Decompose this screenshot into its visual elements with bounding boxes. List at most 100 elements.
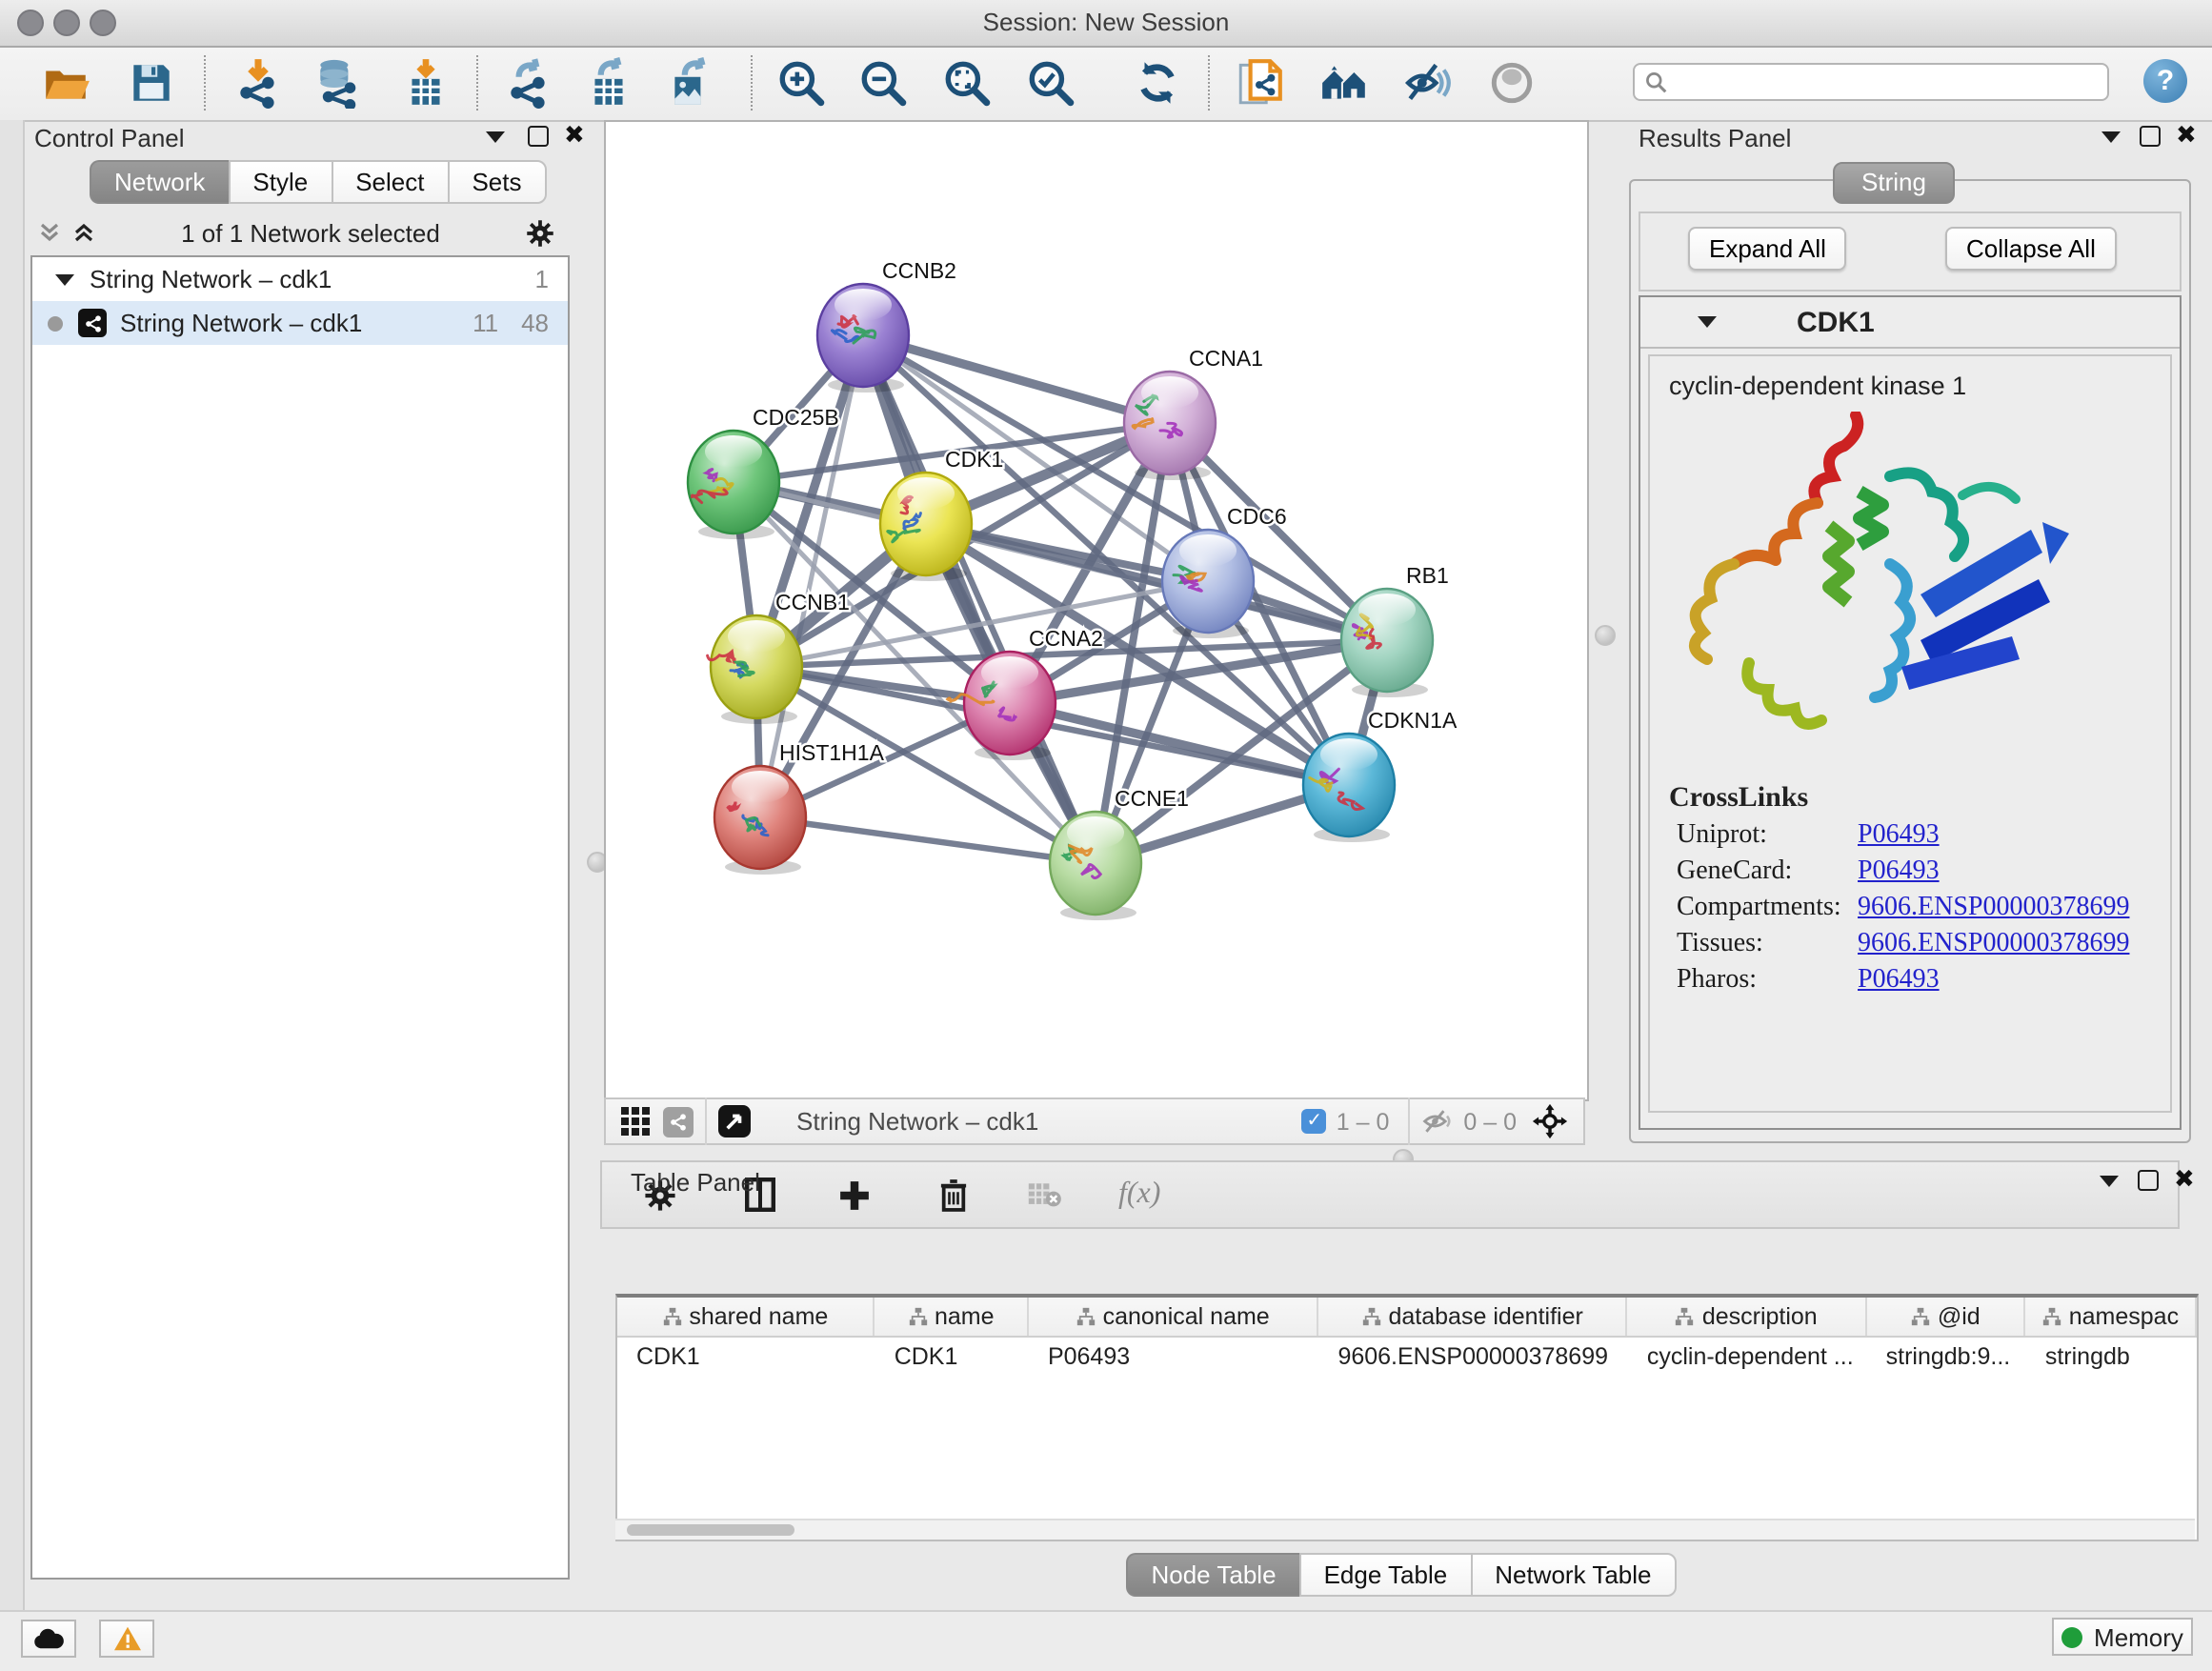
export-network-icon[interactable] bbox=[503, 57, 554, 109]
toolbar-separator bbox=[1208, 55, 1210, 111]
zoom-in-icon[interactable] bbox=[775, 57, 827, 109]
export-table-icon[interactable] bbox=[583, 57, 634, 109]
tab-edge-table[interactable]: Edge Table bbox=[1299, 1553, 1471, 1597]
refresh-icon[interactable] bbox=[1132, 57, 1183, 109]
search-input[interactable] bbox=[1667, 65, 2107, 99]
results-panel-body: Expand All Collapse All CDK1 cyclin-depe… bbox=[1629, 179, 2191, 1143]
network-edge-count: 48 bbox=[521, 309, 549, 337]
network-view-share-icon[interactable] bbox=[663, 1106, 694, 1137]
birdseye-view-icon[interactable] bbox=[718, 1105, 751, 1137]
network-row[interactable]: String Network – cdk1 11 48 bbox=[32, 301, 568, 345]
column-header-@id[interactable]: @id bbox=[1867, 1298, 2026, 1336]
collection-disclosure-icon[interactable] bbox=[55, 273, 74, 285]
network-collection-row[interactable]: String Network – cdk1 1 bbox=[32, 257, 568, 301]
collapse-all-button[interactable]: Collapse All bbox=[1945, 227, 2117, 271]
crosslink-value-link[interactable]: 9606.ENSP00000378699 bbox=[1858, 930, 2129, 960]
tab-sets[interactable]: Sets bbox=[447, 160, 546, 204]
open-session-icon[interactable] bbox=[40, 57, 91, 109]
tab-node-table[interactable]: Node Table bbox=[1126, 1553, 1298, 1597]
crosslink-row: Uniprot:P06493 bbox=[1677, 821, 2170, 852]
table-hscrollbar-thumb[interactable] bbox=[627, 1524, 794, 1536]
help-button[interactable]: ? bbox=[2143, 59, 2187, 103]
expand-all-icon[interactable] bbox=[72, 221, 95, 244]
add-column-icon[interactable] bbox=[838, 1178, 871, 1211]
table-panel-menu-icon[interactable] bbox=[2100, 1176, 2119, 1187]
tab-select[interactable]: Select bbox=[331, 160, 447, 204]
column-header-namespac[interactable]: namespac bbox=[2026, 1298, 2197, 1336]
import-network-icon[interactable] bbox=[232, 57, 284, 109]
table-panel: Table Panel ✖ bbox=[600, 1160, 2202, 1610]
warning-button[interactable] bbox=[99, 1620, 154, 1658]
import-table-icon[interactable] bbox=[400, 57, 452, 109]
tab-style[interactable]: Style bbox=[228, 160, 331, 204]
crosslink-value-link[interactable]: P06493 bbox=[1858, 966, 1940, 997]
network-node-hist1h1a[interactable]: HIST1H1A bbox=[714, 740, 885, 875]
network-node-ccnb2[interactable]: CCNB2 bbox=[817, 258, 956, 393]
export-image-icon[interactable] bbox=[665, 57, 716, 109]
column-header-label: canonical name bbox=[1103, 1303, 1270, 1330]
save-session-icon[interactable] bbox=[126, 57, 177, 109]
tab-network[interactable]: Network bbox=[90, 160, 228, 204]
table-panel-float-icon[interactable] bbox=[2138, 1170, 2159, 1191]
cloud-button[interactable] bbox=[21, 1620, 76, 1658]
network-node-cdkn1a[interactable]: CDKN1A bbox=[1303, 708, 1458, 842]
node-label: CDKN1A bbox=[1368, 708, 1458, 733]
gene-details: cyclin-dependent kinase 1 Cross bbox=[1648, 354, 2172, 1113]
network-view-canvas[interactable]: CCNB2CCNA1CDC25BCDK1CDC6RB1CCNB1CCNA2CDK… bbox=[604, 120, 1589, 1101]
homes-icon[interactable] bbox=[1318, 57, 1370, 109]
crosslink-value-link[interactable]: P06493 bbox=[1858, 857, 1940, 888]
results-panel-menu-icon[interactable] bbox=[2101, 131, 2121, 143]
share-document-icon[interactable] bbox=[1235, 57, 1286, 109]
zoom-fit-icon[interactable] bbox=[941, 57, 993, 109]
window-titlebar: Session: New Session bbox=[0, 0, 2212, 48]
node-table-body: CDK1CDK1P064939606.ENSP00000378699cyclin… bbox=[617, 1338, 2197, 1376]
table-tabs: Node TableEdge TableNetwork Table bbox=[600, 1553, 2202, 1597]
selected-checkbox-icon[interactable]: ✓ bbox=[1302, 1109, 1327, 1134]
toolbar-separator bbox=[1408, 1097, 1410, 1145]
network-node-ccna1[interactable]: CCNA1 bbox=[1124, 346, 1263, 480]
zoom-selected-icon[interactable] bbox=[1025, 57, 1076, 109]
pan-crosshair-icon[interactable] bbox=[1532, 1103, 1568, 1139]
crosslink-label: Pharos: bbox=[1677, 966, 1858, 997]
results-panel-float-icon[interactable] bbox=[2140, 126, 2161, 147]
crosslink-label: Tissues: bbox=[1677, 930, 1858, 960]
splitter-handle[interactable] bbox=[1595, 625, 1616, 646]
column-header-shared-name[interactable]: shared name bbox=[617, 1298, 875, 1336]
control-panel-title: Control Panel bbox=[34, 124, 185, 152]
zoom-out-icon[interactable] bbox=[857, 57, 909, 109]
results-panel-close-icon[interactable]: ✖ bbox=[2176, 126, 2197, 145]
grid-view-icon[interactable] bbox=[621, 1107, 650, 1136]
results-buttons-row: Expand All Collapse All bbox=[1639, 211, 2182, 292]
show-eye-icon[interactable] bbox=[1486, 57, 1538, 109]
tab-string[interactable]: String bbox=[1833, 162, 1955, 204]
collapse-all-icon[interactable] bbox=[38, 221, 61, 244]
control-panel-menu-icon[interactable] bbox=[486, 131, 505, 143]
import-network-from-database-icon[interactable] bbox=[312, 57, 364, 109]
window-title: Session: New Session bbox=[0, 8, 2212, 36]
table-hscrollbar bbox=[615, 1519, 2195, 1540]
control-panel-close-icon[interactable]: ✖ bbox=[564, 126, 585, 145]
column-header-name[interactable]: name bbox=[875, 1298, 1029, 1336]
memory-button[interactable]: Memory bbox=[2052, 1618, 2193, 1656]
column-header-canonical-name[interactable]: canonical name bbox=[1029, 1298, 1319, 1336]
gene-header[interactable]: CDK1 bbox=[1640, 297, 2180, 349]
tab-network-table[interactable]: Network Table bbox=[1470, 1553, 1676, 1597]
gear-icon[interactable] bbox=[526, 218, 554, 247]
crosslink-value-link[interactable]: P06493 bbox=[1858, 821, 1940, 852]
screenshot-stage: Session: New Session bbox=[0, 0, 2212, 1671]
column-header-label: shared name bbox=[689, 1303, 828, 1330]
control-panel-float-icon[interactable] bbox=[528, 126, 549, 147]
expand-all-button[interactable]: Expand All bbox=[1688, 227, 1847, 271]
table-panel-close-icon[interactable]: ✖ bbox=[2174, 1170, 2195, 1189]
search-field[interactable] bbox=[1633, 63, 2109, 101]
node-label: RB1 bbox=[1406, 563, 1449, 588]
column-header-description[interactable]: description bbox=[1628, 1298, 1867, 1336]
crosslink-value-link[interactable]: 9606.ENSP00000378699 bbox=[1858, 894, 2129, 924]
gene-disclosure-icon[interactable] bbox=[1698, 316, 1717, 328]
hidden-count: 0 – 0 bbox=[1463, 1108, 1517, 1135]
hide-eye-icon[interactable] bbox=[1402, 57, 1454, 109]
table-row[interactable]: CDK1CDK1P064939606.ENSP00000378699cyclin… bbox=[617, 1338, 2197, 1376]
delete-column-icon[interactable] bbox=[939, 1178, 968, 1212]
column-header-database-identifier[interactable]: database identifier bbox=[1318, 1298, 1627, 1336]
network-node-rb1[interactable]: RB1 bbox=[1341, 563, 1449, 697]
